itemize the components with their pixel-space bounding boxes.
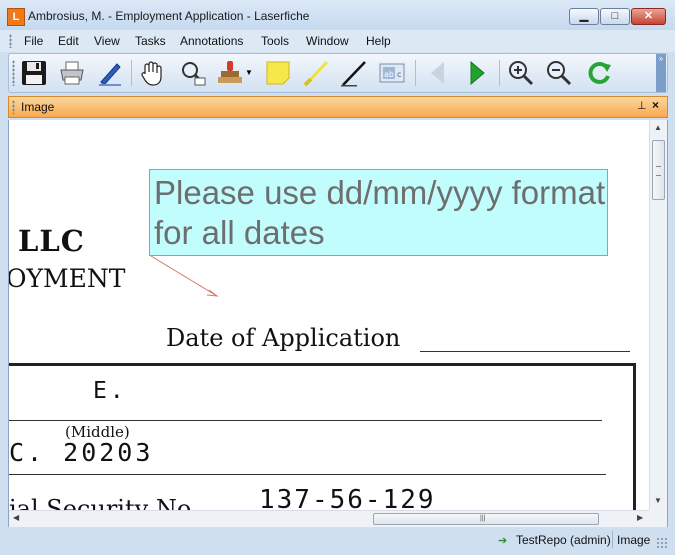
text-box-icon: ab c xyxy=(379,63,405,83)
menu-tasks[interactable]: Tasks xyxy=(135,34,166,48)
pan-button[interactable] xyxy=(137,58,167,88)
main-toolbar: ▼ ab c » xyxy=(8,53,668,93)
repository-status[interactable]: TestRepo (admin) xyxy=(516,533,611,547)
connection-arrow-icon: ➔ xyxy=(498,535,508,547)
menu-tools[interactable]: Tools xyxy=(261,34,289,48)
toolbar-grip[interactable] xyxy=(12,60,15,86)
view-mode-status: Image xyxy=(617,533,651,547)
resize-grip[interactable] xyxy=(656,537,668,549)
minimize-button[interactable]: ▁ xyxy=(569,8,599,25)
stamp-icon xyxy=(218,61,242,83)
horizontal-scroll-thumb[interactable]: ||| xyxy=(373,513,599,525)
previous-button[interactable] xyxy=(423,58,453,88)
minimize-icon: ▁ xyxy=(579,10,589,22)
scroll-grip-icon: ||| xyxy=(480,515,486,522)
menu-window[interactable]: Window xyxy=(306,34,349,48)
scroll-grip-icon xyxy=(656,166,661,176)
pane-grip[interactable] xyxy=(12,100,15,114)
document-page[interactable]: LLC OYMENT Date of Application E. (Middl… xyxy=(9,120,649,510)
pen-icon xyxy=(341,61,366,87)
sticky-note-annotation[interactable]: Please use dd/mm/yyyy format for all dat… xyxy=(149,169,608,256)
laserfiche-app-icon[interactable]: L xyxy=(7,8,25,26)
chevron-down-icon: ▼ xyxy=(245,68,253,77)
sticky-note-icon xyxy=(266,61,290,85)
refresh-button[interactable] xyxy=(585,58,615,88)
image-pane-header: Image ⊥ × xyxy=(8,96,668,118)
print-icon xyxy=(60,61,84,85)
scan-button[interactable] xyxy=(95,58,125,88)
pan-hand-icon xyxy=(141,61,162,86)
menu-bar: File Edit View Tasks Annotations Tools W… xyxy=(0,30,675,52)
menu-bar-grip[interactable] xyxy=(9,34,12,48)
close-icon: ✕ xyxy=(643,10,654,22)
zoom-in-icon xyxy=(509,61,534,86)
print-button[interactable] xyxy=(57,58,87,88)
menu-file[interactable]: File xyxy=(24,34,43,48)
title-bar[interactable]: L Ambrosius, M. - Employment Application… xyxy=(0,0,675,30)
status-separator xyxy=(612,531,613,548)
next-button[interactable] xyxy=(462,58,492,88)
pin-icon[interactable]: ⊥ xyxy=(637,99,647,112)
highlighter-button[interactable] xyxy=(301,58,331,88)
svg-text:c: c xyxy=(397,70,401,79)
menu-help[interactable]: Help xyxy=(366,34,391,48)
toolbar-separator xyxy=(131,60,132,86)
scroll-left-icon[interactable]: ◀ xyxy=(13,513,19,522)
highlighter-icon xyxy=(303,60,329,87)
toolbar-overflow-button[interactable]: » xyxy=(656,54,666,92)
close-pane-button[interactable]: × xyxy=(652,98,659,112)
close-window-button[interactable]: ✕ xyxy=(631,8,666,25)
scrollbar-corner xyxy=(649,510,667,527)
forward-arrow-icon xyxy=(470,60,485,86)
menu-annotations[interactable]: Annotations xyxy=(180,34,243,48)
text-box-button[interactable]: ab c xyxy=(377,58,407,88)
zoom-in-button[interactable] xyxy=(506,58,536,88)
maximize-button[interactable]: □ xyxy=(600,8,630,25)
stamp-dropdown[interactable]: ▼ xyxy=(245,58,255,88)
menu-view[interactable]: View xyxy=(94,34,120,48)
back-arrow-icon xyxy=(431,62,444,84)
horizontal-scrollbar[interactable]: ◀ ||| ▶ xyxy=(9,510,649,527)
scan-pen-icon xyxy=(99,63,121,86)
pen-button[interactable] xyxy=(339,58,369,88)
pane-title: Image xyxy=(21,100,55,114)
vertical-scroll-thumb[interactable] xyxy=(652,140,665,200)
save-icon xyxy=(22,61,46,85)
scroll-right-icon[interactable]: ▶ xyxy=(637,513,643,522)
maximize-icon: □ xyxy=(611,10,619,22)
stamp-button[interactable] xyxy=(215,58,245,88)
vertical-scrollbar[interactable]: ▲ ▼ xyxy=(649,120,667,510)
zoom-out-button[interactable] xyxy=(544,58,574,88)
document-viewer[interactable]: LLC OYMENT Date of Application E. (Middl… xyxy=(8,120,668,527)
menu-edit[interactable]: Edit xyxy=(58,34,79,48)
toolbar-separator xyxy=(499,60,500,86)
svg-text:ab: ab xyxy=(384,70,394,79)
zoom-out-icon xyxy=(547,61,572,86)
zoom-select-button[interactable] xyxy=(178,58,208,88)
toolbar-separator xyxy=(415,60,416,86)
save-button[interactable] xyxy=(19,58,49,88)
scroll-down-icon[interactable]: ▼ xyxy=(654,496,662,505)
window-title: Ambrosius, M. - Employment Application -… xyxy=(28,9,310,23)
laserfiche-window: L Ambrosius, M. - Employment Application… xyxy=(0,0,675,555)
zoom-select-icon xyxy=(182,62,206,86)
status-bar: ➔ TestRepo (admin) Image xyxy=(0,527,675,555)
sticky-note-button[interactable] xyxy=(263,58,293,88)
scroll-up-icon[interactable]: ▲ xyxy=(654,123,662,132)
refresh-icon xyxy=(588,62,611,84)
